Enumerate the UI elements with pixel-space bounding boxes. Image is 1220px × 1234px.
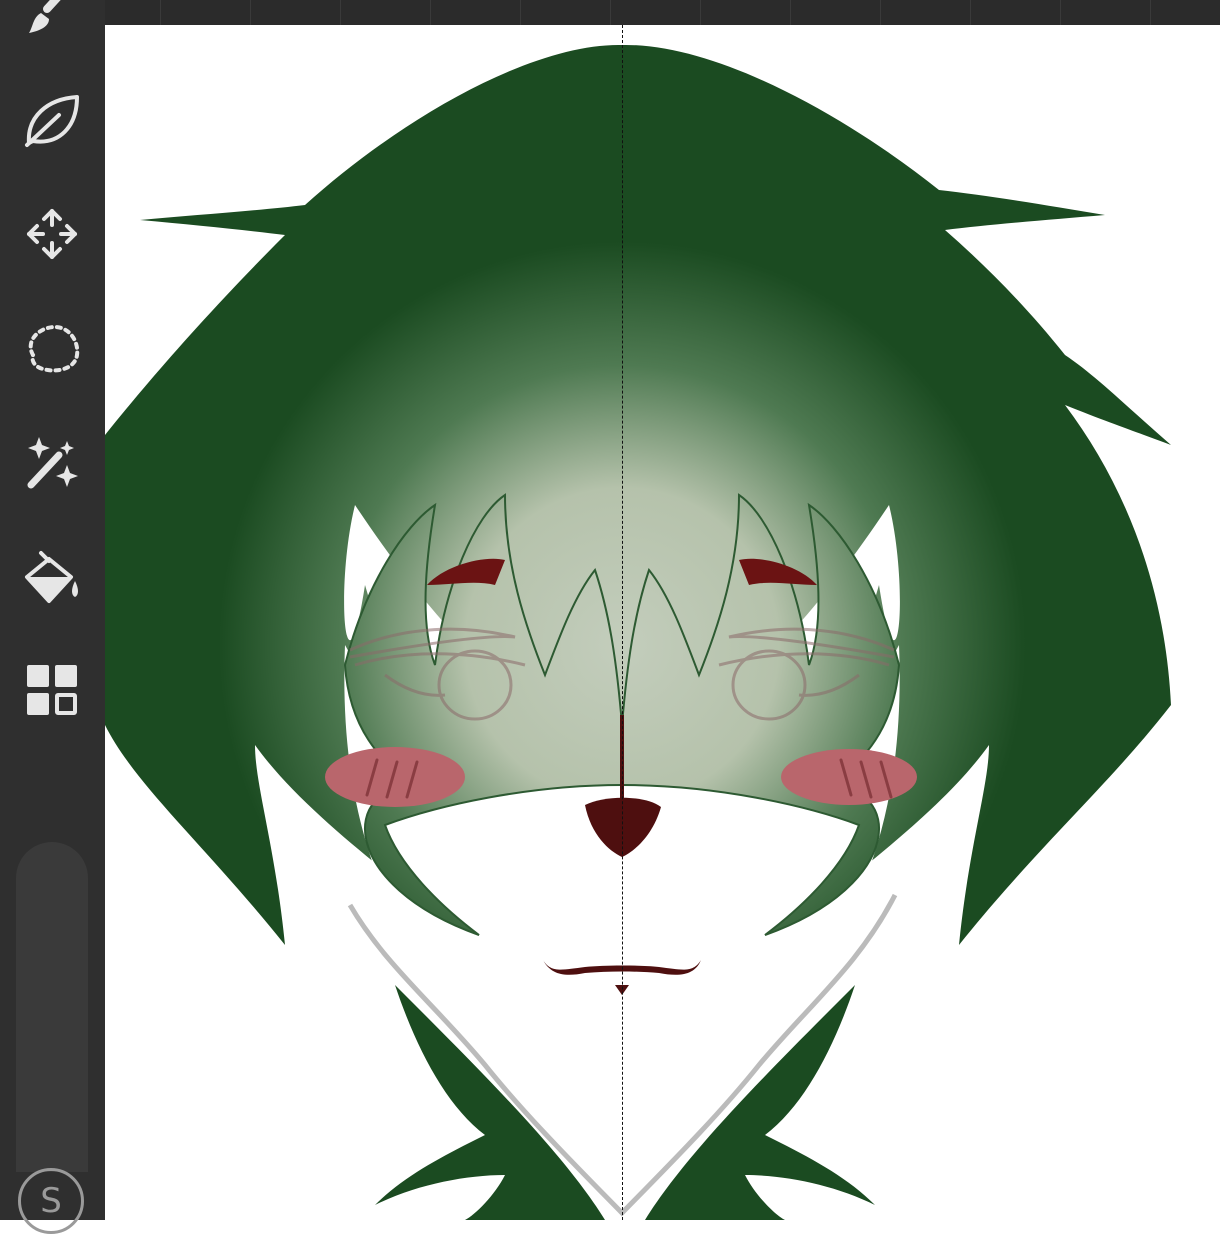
smudge-tool-button[interactable] xyxy=(14,82,90,158)
magic-wand-icon xyxy=(27,437,78,489)
toolbar-divider xyxy=(340,0,341,25)
blush-left xyxy=(325,747,465,807)
layers-grid-icon xyxy=(27,665,77,715)
move-arrows-icon xyxy=(27,209,77,259)
drawing-canvas[interactable] xyxy=(105,25,1220,1220)
leaf-icon xyxy=(25,95,79,147)
toolbar-divider xyxy=(880,0,881,25)
toolbar-divider xyxy=(610,0,611,25)
toolbar-divider xyxy=(430,0,431,25)
toolbar-divider xyxy=(1060,0,1061,25)
toolbar-divider xyxy=(970,0,971,25)
tool-sidebar: S xyxy=(0,0,105,1234)
toolbar-divider xyxy=(520,0,521,25)
toolbar-divider xyxy=(1150,0,1151,25)
toolbar-divider xyxy=(700,0,701,25)
top-toolbar xyxy=(0,0,1220,25)
brush-icon xyxy=(29,0,61,33)
brush-size-slider[interactable] xyxy=(16,842,88,1172)
toolbar-divider xyxy=(790,0,791,25)
symmetry-guide-line[interactable] xyxy=(622,25,623,1220)
layers-tool-button[interactable] xyxy=(14,652,90,728)
lasso-tool-button[interactable] xyxy=(14,310,90,386)
fill-tool-button[interactable] xyxy=(14,538,90,614)
magic-wand-tool-button[interactable] xyxy=(14,424,90,500)
toolbar-divider xyxy=(250,0,251,25)
blush-right xyxy=(781,749,917,805)
toolbar-divider xyxy=(160,0,161,25)
artwork xyxy=(105,44,1171,1220)
paint-bucket-icon xyxy=(25,551,78,603)
brush-tool-button[interactable] xyxy=(14,0,90,46)
lasso-selection-icon xyxy=(28,324,80,373)
transform-tool-button[interactable] xyxy=(14,196,90,272)
store-badge[interactable]: S xyxy=(18,1168,84,1234)
